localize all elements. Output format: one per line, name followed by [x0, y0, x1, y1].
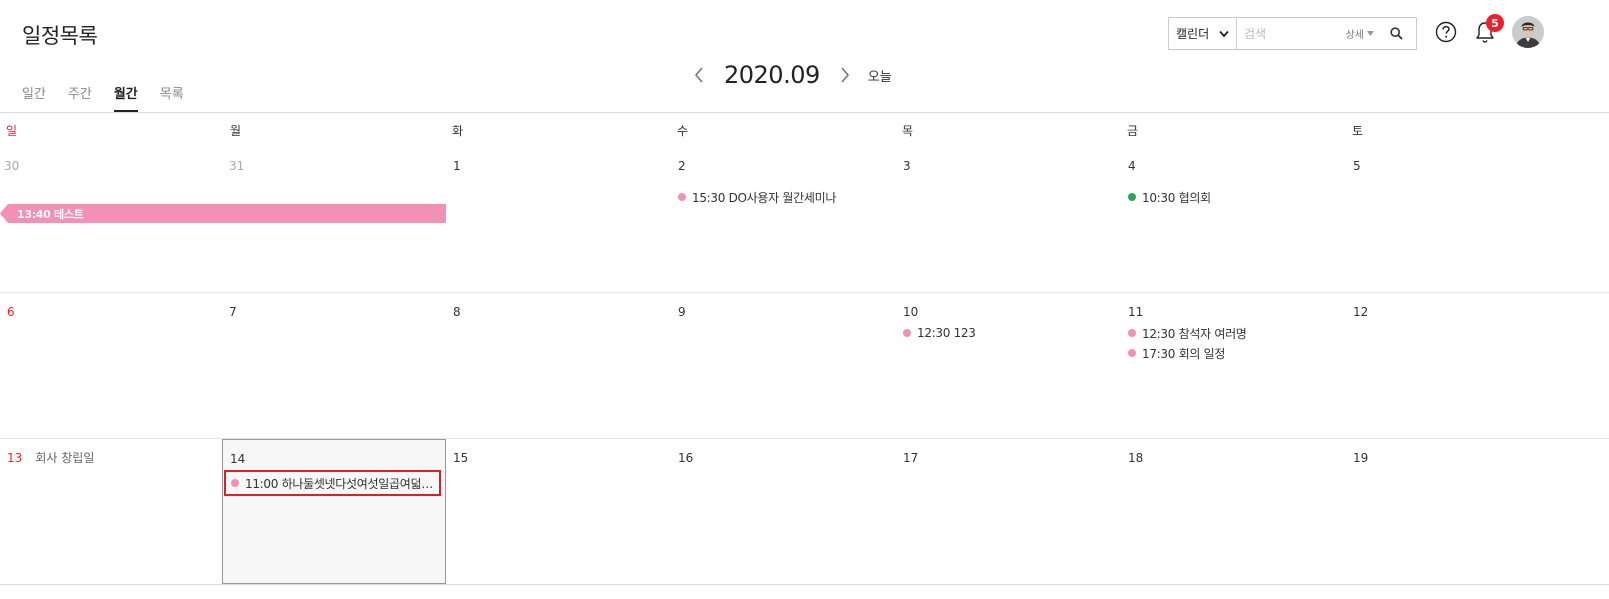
calendar-event[interactable]: 12:30 123 — [903, 323, 1121, 343]
event-text: 10:30 협의회 — [1142, 190, 1211, 205]
day-cell[interactable]: 6 — [0, 293, 222, 438]
chevron-down-icon — [1219, 30, 1229, 37]
day-number: 6 — [7, 305, 15, 319]
day-cell[interactable]: 12 — [1346, 293, 1609, 438]
day-number: 10 — [903, 305, 919, 319]
weekday-fri: 금 — [1127, 124, 1139, 138]
day-number: 17 — [903, 451, 919, 465]
weekday-sat: 토 — [1352, 124, 1364, 138]
day-number: 5 — [1353, 159, 1361, 173]
calendar-event[interactable]: 12:30 참석자 여러명 — [1128, 323, 1346, 343]
calendar-scope-label: 캘린더 — [1176, 27, 1210, 41]
current-month: 2020.09 — [724, 61, 820, 89]
tab-daily[interactable]: 일간 — [22, 83, 46, 112]
calendar-event[interactable]: 15:30 DO사용자 월간세미나 — [678, 187, 896, 207]
day-cell[interactable]: 10 12:30 123 — [896, 293, 1121, 438]
event-dot — [1128, 349, 1136, 357]
month-calendar: 일 월 화 수 목 금 토 30 31 1 2 15:30 DO사용자 월간세미… — [0, 112, 1609, 585]
day-number: 1 — [453, 159, 461, 173]
event-text: 15:30 DO사용자 월간세미나 — [692, 190, 837, 205]
day-number: 19 — [1353, 451, 1369, 465]
day-cell[interactable]: 2 15:30 DO사용자 월간세미나 — [671, 147, 896, 292]
day-cell[interactable]: 13 회사 창립일 — [0, 439, 222, 584]
calendar-event[interactable]: 17:30 회의 일정 — [1128, 343, 1346, 363]
event-dot — [1128, 193, 1136, 201]
day-number: 8 — [453, 305, 461, 319]
event-text: 12:30 참석자 여러명 — [1142, 326, 1247, 341]
day-cell[interactable]: 17 — [896, 439, 1121, 584]
multi-day-event[interactable]: 13:40 테스트 — [0, 204, 446, 223]
day-number: 7 — [229, 305, 237, 319]
page-title: 일정목록 — [22, 24, 98, 48]
event-dot — [231, 479, 239, 487]
weekday-tue: 화 — [452, 124, 464, 138]
event-text: 17:30 회의 일정 — [1142, 346, 1226, 361]
view-tabs: 일간 주간 월간 목록 — [22, 83, 184, 112]
search-input[interactable] — [1237, 18, 1346, 49]
search-box: 캘린더 상세 — [1168, 17, 1417, 50]
event-text: 11:00 하나둘셋넷다섯여섯일곱여덟아… — [245, 476, 439, 491]
day-number: 30 — [4, 159, 20, 173]
event-text: 12:30 123 — [917, 326, 976, 340]
calendar-event-highlighted[interactable]: 11:00 하나둘셋넷다섯여섯일곱여덟아… — [224, 470, 441, 496]
calendar-week: 30 31 1 2 15:30 DO사용자 월간세미나 3 4 10:30 협의… — [0, 147, 1609, 293]
day-cell[interactable]: 8 — [446, 293, 671, 438]
day-number: 4 — [1128, 159, 1136, 173]
day-cell[interactable]: 3 — [896, 147, 1121, 292]
calendar-week: 13 회사 창립일 14 11:00 하나둘셋넷다섯여섯일곱여덟아… 15 16… — [0, 439, 1609, 585]
calendar-event[interactable]: 10:30 협의회 — [1128, 187, 1346, 207]
day-number: 16 — [678, 451, 694, 465]
day-number: 2 — [678, 159, 686, 173]
day-cell[interactable]: 7 — [222, 293, 446, 438]
day-number: 12 — [1353, 305, 1369, 319]
day-cell[interactable]: 19 — [1346, 439, 1609, 584]
event-dot — [903, 329, 911, 337]
day-number: 3 — [903, 159, 911, 173]
day-number: 9 — [678, 305, 686, 319]
day-number: 14 — [230, 452, 246, 466]
day-number: 18 — [1128, 451, 1144, 465]
tab-weekly[interactable]: 주간 — [68, 83, 92, 112]
day-number: 15 — [453, 451, 469, 465]
help-circle-icon[interactable] — [1435, 21, 1457, 43]
chevron-right-icon[interactable] — [836, 60, 854, 90]
tab-list[interactable]: 목록 — [160, 83, 184, 112]
event-dot — [678, 193, 686, 201]
today-button[interactable]: 오늘 — [868, 66, 892, 85]
date-navigator: 2020.09 오늘 — [690, 60, 892, 90]
weekday-mon: 월 — [230, 124, 242, 138]
weekday-sun: 일 — [6, 124, 18, 138]
day-number: 13 — [7, 451, 23, 465]
calendar-week: 6 7 8 9 10 12:30 123 11 12:30 참석자 여러명 17… — [0, 293, 1609, 439]
day-cell[interactable]: 11 12:30 참석자 여러명 17:30 회의 일정 — [1121, 293, 1346, 438]
weekday-wed: 수 — [677, 124, 689, 138]
caret-down-icon — [1367, 31, 1374, 36]
detail-search-button[interactable]: 상세 — [1346, 26, 1384, 41]
search-icon[interactable] — [1384, 22, 1408, 46]
avatar[interactable] — [1512, 16, 1544, 48]
day-cell[interactable]: 4 10:30 협의회 — [1121, 147, 1346, 292]
day-cell[interactable]: 1 — [446, 147, 671, 292]
event-dot — [1128, 329, 1136, 337]
day-cell-selected[interactable]: 14 11:00 하나둘셋넷다섯여섯일곱여덟아… — [222, 439, 446, 584]
weekday-thu: 목 — [902, 124, 914, 138]
tab-monthly[interactable]: 월간 — [113, 83, 138, 112]
day-cell[interactable]: 9 — [671, 293, 896, 438]
day-cell[interactable]: 18 — [1121, 439, 1346, 584]
day-number: 11 — [1128, 305, 1144, 319]
notification-badge: 5 — [1486, 14, 1504, 32]
day-cell[interactable]: 5 — [1346, 147, 1609, 292]
detail-search-label: 상세 — [1345, 30, 1364, 41]
weekday-header: 일 월 화 수 목 금 토 — [0, 113, 1609, 147]
day-cell[interactable]: 15 — [446, 439, 671, 584]
day-cell[interactable]: 16 — [671, 439, 896, 584]
chevron-left-icon[interactable] — [690, 60, 708, 90]
day-number: 31 — [229, 159, 245, 173]
calendar-scope-select[interactable]: 캘린더 — [1169, 18, 1237, 49]
holiday-label: 회사 창립일 — [35, 451, 95, 465]
